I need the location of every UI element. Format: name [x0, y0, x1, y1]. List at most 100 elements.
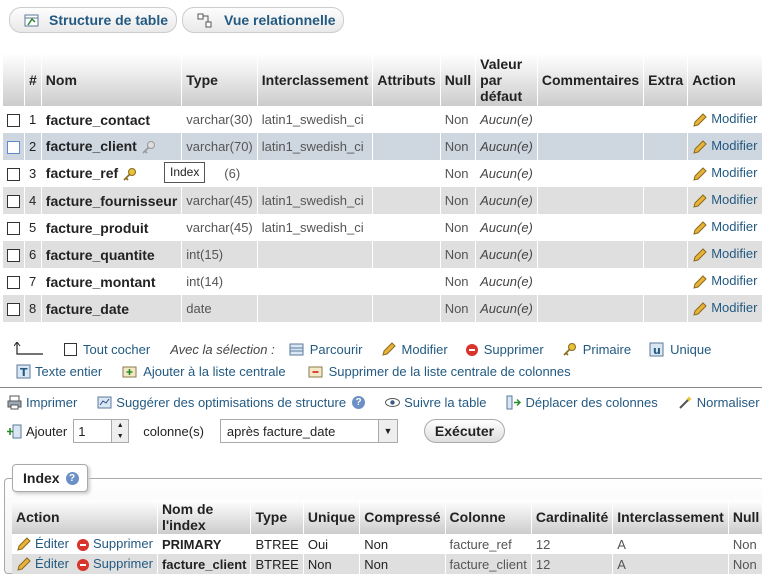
modify-link[interactable]: Modifier — [711, 111, 757, 126]
header-extra[interactable]: Extra — [643, 54, 689, 106]
row-checkbox[interactable] — [7, 168, 20, 182]
modify-link[interactable]: Modifier — [711, 300, 757, 315]
index-table: Action Nom de l'index Type Unique Compressé C… — [12, 500, 762, 574]
add-label: Ajouter — [26, 423, 68, 439]
delete-index-link[interactable]: Supprimer — [93, 556, 153, 571]
normalize-link[interactable]: Normaliser — [697, 395, 760, 410]
edit-index-link[interactable]: Éditer — [35, 556, 69, 571]
modify-link[interactable]: Modifier — [711, 192, 757, 207]
browse-icon — [289, 342, 304, 357]
selection-bar: Tout cocher Avec la sélection : Parcouri… — [14, 342, 717, 357]
header-default-l1: Valeur — [480, 56, 523, 72]
column-default: Aucun(e) — [475, 268, 538, 295]
row-number: 6 — [24, 241, 42, 268]
remove-central-link[interactable]: Supprimer de la liste centrale de colonn… — [329, 364, 571, 379]
column-name: facture_client — [45, 137, 137, 154]
row-checkbox-cell[interactable] — [3, 241, 25, 268]
header-collation[interactable]: Interclassement — [257, 54, 374, 106]
action-cell: Modifier — [687, 268, 762, 295]
header-type[interactable]: Type — [181, 54, 258, 106]
help-icon[interactable]: ? — [352, 396, 366, 409]
column-count-input[interactable]: 1 ▲ ▼ — [73, 419, 130, 443]
delete-index-link[interactable]: Supprimer — [93, 536, 153, 551]
index-header: Nom de l'index — [157, 500, 252, 534]
column-collation — [257, 241, 374, 268]
index-help-icon[interactable]: ? — [65, 471, 79, 485]
row-checkbox-cell[interactable] — [3, 295, 25, 322]
table-row[interactable]: 8 facture_date date Non Aucun(e) Modifier — [3, 295, 762, 322]
column-type: int(15) — [181, 241, 258, 268]
index-legend: Index ? — [12, 464, 88, 492]
row-checkbox[interactable] — [7, 114, 20, 128]
add-central-icon — [122, 364, 137, 379]
arrow-left-up-icon — [14, 342, 44, 357]
modify-link[interactable]: Modifier — [711, 165, 757, 180]
check-all-checkbox[interactable] — [64, 343, 77, 356]
column-attributes — [372, 187, 441, 214]
row-checkbox[interactable] — [7, 195, 20, 209]
index-header: Compressé — [359, 500, 446, 534]
browse-link[interactable]: Parcourir — [310, 342, 363, 357]
tab-relational[interactable]: Vue relationnelle — [182, 7, 344, 33]
add-central-link[interactable]: Ajouter à la liste centrale — [143, 364, 285, 379]
table-row[interactable]: 2 facture_client varchar(70) latin1_swedish… — [3, 133, 762, 160]
index-null: Non — [728, 534, 762, 554]
row-checkbox-cell[interactable] — [3, 187, 25, 214]
row-checkbox[interactable] — [7, 276, 20, 290]
primary-link[interactable]: Primaire — [583, 342, 631, 357]
print-icon — [7, 395, 22, 410]
row-checkbox-cell[interactable] — [3, 106, 25, 133]
check-all-link[interactable]: Tout cocher — [83, 342, 150, 357]
row-checkbox[interactable] — [7, 303, 20, 317]
table-row[interactable]: 1 facture_contact varchar(30) latin1_swedis… — [3, 106, 762, 133]
column-null: Non — [440, 241, 477, 268]
header-name[interactable]: Nom — [41, 54, 183, 106]
row-checkbox-cell[interactable] — [3, 214, 25, 241]
modify-link[interactable]: Modifier — [711, 219, 757, 234]
column-name-cell: facture_fournisseur — [41, 187, 183, 214]
edit-index-link[interactable]: Éditer — [35, 536, 69, 551]
column-name: facture_date — [45, 300, 130, 317]
row-checkbox-cell[interactable] — [3, 160, 25, 187]
move-columns-link[interactable]: Déplacer des colonnes — [525, 395, 657, 410]
index-header: Interclassement — [612, 500, 729, 534]
row-number: 2 — [24, 133, 42, 160]
modify-selection-link[interactable]: Modifier — [402, 342, 448, 357]
modify-link[interactable]: Modifier — [711, 138, 757, 153]
column-collation — [257, 160, 374, 187]
table-row[interactable]: 7 facture_montant int(14) Non Aucun(e) Modifi… — [3, 268, 762, 295]
track-link[interactable]: Suivre la table — [404, 395, 486, 410]
row-checkbox-cell[interactable] — [3, 133, 25, 160]
table-row[interactable]: 6 facture_quantite int(15) Non Aucun(e) Modif… — [3, 241, 762, 268]
delete-selection-link[interactable]: Supprimer — [484, 342, 544, 357]
table-row[interactable]: 5 facture_produit varchar(45) latin1_swedis… — [3, 214, 762, 241]
modify-link[interactable]: Modifier — [711, 246, 757, 261]
suggest-link[interactable]: Suggérer des optimisations de structure — [116, 395, 346, 410]
stepper[interactable]: ▲ ▼ — [111, 420, 129, 442]
unique-link[interactable]: Unique — [670, 342, 711, 357]
pencil-icon — [692, 301, 707, 317]
row-checkbox[interactable] — [7, 249, 20, 263]
header-comments[interactable]: Commentaires — [537, 54, 645, 106]
row-checkbox-cell[interactable] — [3, 268, 25, 295]
execute-button[interactable]: Exécuter — [423, 419, 506, 443]
print-link[interactable]: Imprimer — [26, 395, 77, 410]
fulltext-link[interactable]: Texte entier — [35, 364, 102, 379]
index-header: Action — [12, 500, 158, 534]
index-type: BTREE — [250, 554, 304, 574]
column-name-cell: facture_quantite — [41, 241, 183, 268]
header-null[interactable]: Null — [440, 54, 477, 106]
header-attributes[interactable]: Attributs — [372, 54, 441, 106]
header-default[interactable]: Valeur par défaut — [475, 54, 538, 106]
column-extra — [643, 133, 689, 160]
header-default-l3: défaut — [480, 88, 523, 104]
svg-text:T: T — [20, 366, 28, 379]
modify-link[interactable]: Modifier — [711, 273, 757, 288]
table-row[interactable]: 4 facture_fournisseur varchar(45) latin1_sw… — [3, 187, 762, 214]
row-checkbox[interactable] — [7, 141, 20, 155]
tab-structure[interactable]: Structure de table — [9, 7, 177, 33]
position-select[interactable]: après facture_date ▼ — [219, 419, 398, 443]
index-packed: Non — [359, 534, 446, 554]
table-row[interactable]: 3 facture_ref (6) Non Aucun(e) Modifier — [3, 160, 762, 187]
row-checkbox[interactable] — [7, 222, 20, 236]
